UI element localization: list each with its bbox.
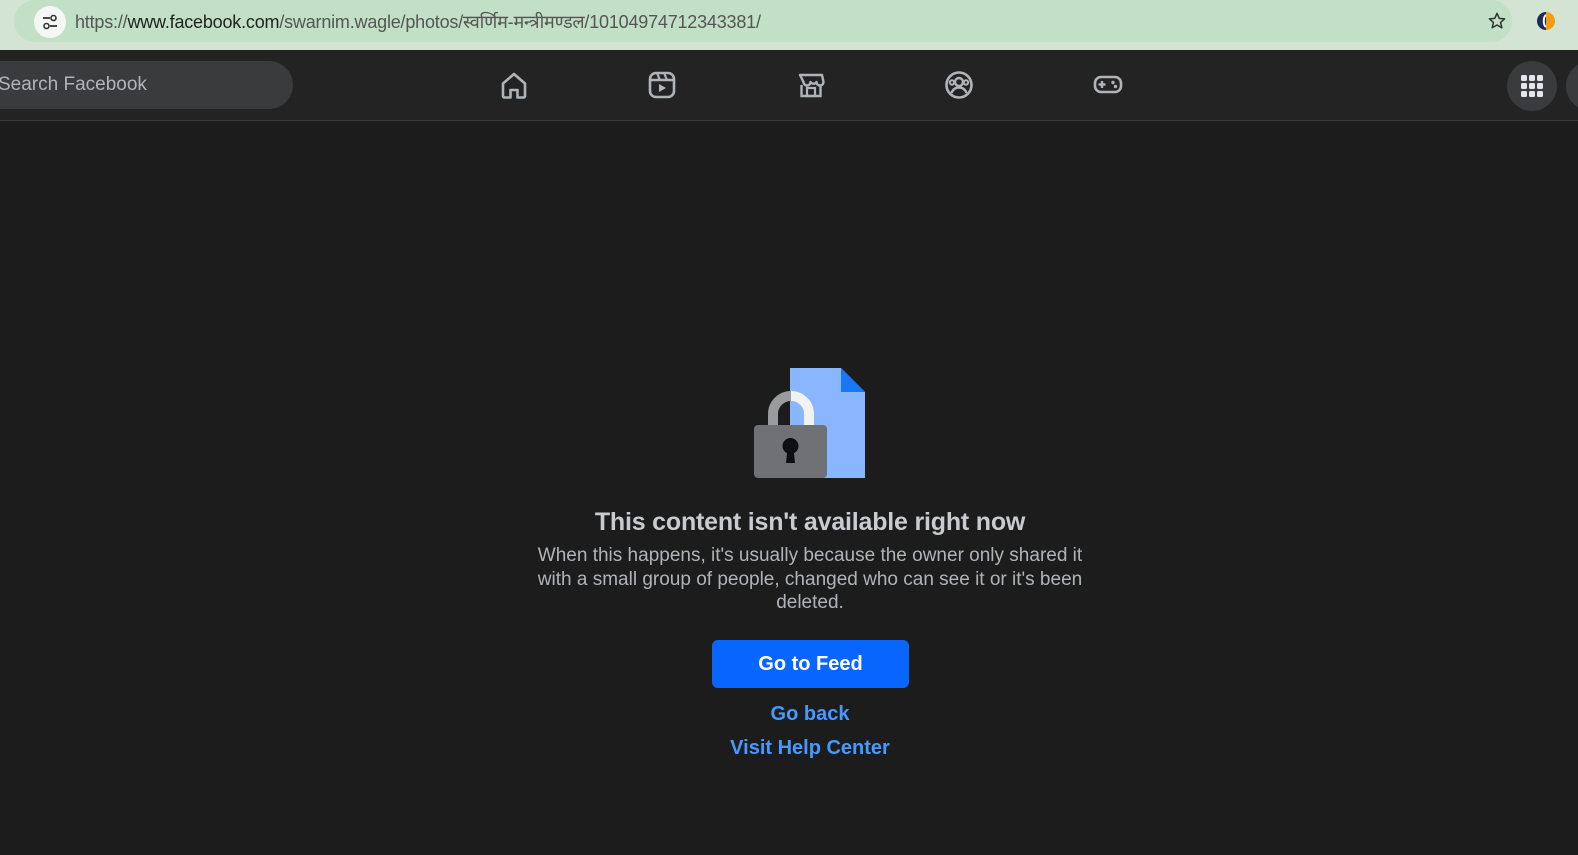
url-host: www.facebook.com	[127, 12, 280, 32]
go-back-link[interactable]: Go back	[610, 703, 1010, 726]
url-prefix: https://	[75, 12, 128, 32]
browser-toolbar: https://www.facebook.com/swarnim.wagle/p…	[0, 0, 1578, 50]
url-path: /swarnim.wagle/photos/स्वर्णिम-मन्त्रीमण…	[279, 12, 761, 32]
url-text[interactable]: https://www.facebook.com/swarnim.wagle/p…	[75, 10, 761, 34]
messenger-button-partial[interactable]	[1566, 61, 1578, 111]
page-description: When this happens, it's usually because …	[537, 545, 1083, 613]
site-info-icon[interactable]	[34, 6, 66, 38]
go-to-feed-button[interactable]: Go to Feed	[712, 640, 909, 688]
search-box[interactable]	[0, 61, 293, 109]
grid-menu-icon[interactable]	[1507, 61, 1557, 111]
video-icon[interactable]	[642, 65, 682, 105]
search-input[interactable]	[0, 61, 270, 109]
page-title: This content isn't available right now	[594, 508, 1026, 536]
home-icon[interactable]	[494, 65, 534, 105]
locked-content-illustration	[752, 366, 868, 480]
facebook-header	[0, 50, 1578, 121]
bookmark-star-icon[interactable]	[1485, 9, 1509, 33]
address-bar[interactable]: https://www.facebook.com/swarnim.wagle/p…	[14, 0, 1512, 42]
extension-icon[interactable]	[1534, 9, 1558, 33]
help-center-link[interactable]: Visit Help Center	[610, 737, 1010, 760]
groups-icon[interactable]	[939, 65, 979, 105]
marketplace-icon[interactable]	[791, 65, 831, 105]
gaming-icon[interactable]	[1088, 65, 1128, 105]
